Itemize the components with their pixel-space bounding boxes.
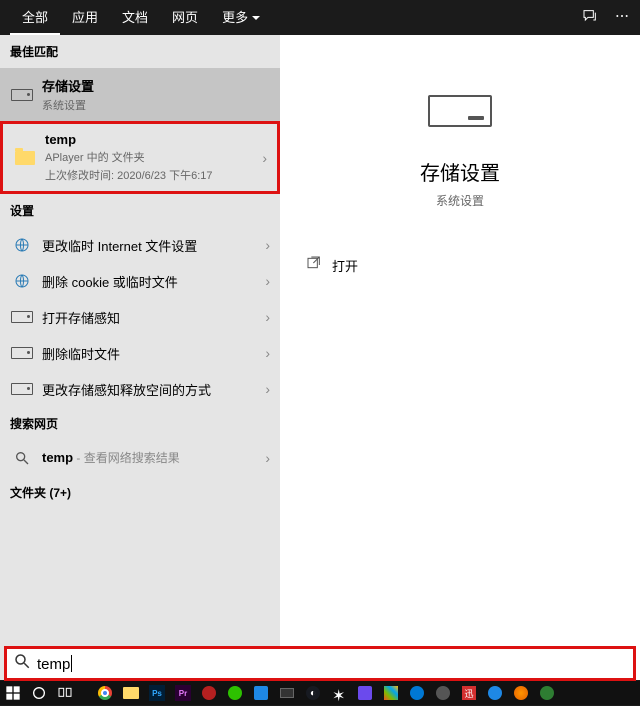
result-modified: 上次修改时间: 2020/6/23 下午6:17	[45, 167, 262, 183]
search-icon	[10, 448, 34, 468]
search-query: temp	[42, 450, 73, 465]
tab-web[interactable]: 网页	[160, 0, 210, 35]
search-icon	[13, 652, 31, 675]
preview-pane: 存储设置 系统设置 打开	[280, 35, 640, 680]
results-container: 最佳匹配 存储设置 系统设置 temp APlayer 中的 文件夹 上次修改时…	[0, 35, 640, 680]
taskbar-steam-icon[interactable]: ◐	[304, 684, 322, 702]
section-best-match: 最佳匹配	[0, 35, 280, 68]
result-subtitle: 系统设置	[42, 97, 270, 113]
taskbar-app-icon[interactable]	[382, 684, 400, 702]
taskbar-app-icon[interactable]	[200, 684, 218, 702]
search-input[interactable]: temp	[4, 646, 636, 681]
chevron-right-icon: ›	[265, 381, 270, 397]
taskbar-app-icon[interactable]	[408, 684, 426, 702]
drive-icon	[10, 307, 34, 327]
taskbar-app-icon[interactable]: ✶	[330, 684, 348, 702]
result-title: temp	[45, 132, 262, 147]
globe-icon	[10, 235, 34, 255]
taskbar-app-icon[interactable]	[434, 684, 452, 702]
settings-item-4[interactable]: 更改存储感知释放空间的方式 ›	[0, 371, 280, 407]
section-settings: 设置	[0, 194, 280, 227]
start-button[interactable]	[4, 684, 22, 702]
taskbar-app-icon[interactable]	[278, 684, 296, 702]
preview-subtitle: 系统设置	[300, 192, 620, 209]
filter-tabs: 全部 应用 文档 网页 更多	[0, 0, 640, 35]
chevron-right-icon: ›	[265, 450, 270, 466]
search-web-item[interactable]: temp - 查看网络搜索结果 ›	[0, 440, 280, 476]
taskbar-app-icon[interactable]	[356, 684, 374, 702]
drive-icon	[10, 379, 34, 399]
section-folders: 文件夹 (7+)	[0, 476, 280, 509]
chevron-right-icon: ›	[265, 309, 270, 325]
tab-all[interactable]: 全部	[10, 0, 60, 35]
tab-docs[interactable]: 文档	[110, 0, 160, 35]
taskbar-firefox-icon[interactable]	[512, 684, 530, 702]
section-search-web: 搜索网页	[0, 407, 280, 440]
chevron-right-icon: ›	[265, 345, 270, 361]
settings-label: 打开存储感知	[42, 308, 265, 327]
preview-title: 存储设置	[300, 157, 620, 186]
folder-icon	[13, 148, 37, 168]
result-storage-settings[interactable]: 存储设置 系统设置	[0, 68, 280, 121]
taskbar-pr-icon[interactable]: Pr	[174, 684, 192, 702]
taskbar-app-icon[interactable]	[252, 684, 270, 702]
open-label: 打开	[332, 256, 358, 275]
taskbar-explorer-icon[interactable]	[122, 684, 140, 702]
result-title: 存储设置	[42, 76, 270, 95]
taskbar-app-icon[interactable]: 迅	[460, 684, 478, 702]
taskbar-wechat-icon[interactable]	[226, 684, 244, 702]
settings-item-2[interactable]: 打开存储感知 ›	[0, 299, 280, 335]
open-icon	[306, 255, 322, 276]
taskbar-app-icon[interactable]	[538, 684, 556, 702]
tab-more[interactable]: 更多	[210, 0, 272, 35]
drive-icon	[10, 343, 34, 363]
chevron-right-icon: ›	[262, 150, 267, 166]
search-value: temp	[37, 655, 72, 673]
globe-icon	[10, 271, 34, 291]
results-list: 最佳匹配 存储设置 系统设置 temp APlayer 中的 文件夹 上次修改时…	[0, 35, 280, 680]
settings-label: 删除临时文件	[42, 344, 265, 363]
tab-apps[interactable]: 应用	[60, 0, 110, 35]
settings-item-0[interactable]: 更改临时 Internet 文件设置 ›	[0, 227, 280, 263]
chevron-right-icon: ›	[265, 273, 270, 289]
taskbar-chrome-icon[interactable]	[96, 684, 114, 702]
drive-icon	[10, 85, 34, 105]
settings-item-3[interactable]: 删除临时文件 ›	[0, 335, 280, 371]
settings-label: 更改存储感知释放空间的方式	[42, 380, 265, 399]
taskbar-ps-icon[interactable]: Ps	[148, 684, 166, 702]
task-view-icon[interactable]	[56, 684, 74, 702]
drive-icon-large	[428, 95, 492, 127]
taskbar-app-icon[interactable]	[486, 684, 504, 702]
settings-label: 删除 cookie 或临时文件	[42, 272, 265, 291]
result-temp-folder[interactable]: temp APlayer 中的 文件夹 上次修改时间: 2020/6/23 下午…	[0, 121, 280, 194]
chevron-right-icon: ›	[265, 237, 270, 253]
settings-label: 更改临时 Internet 文件设置	[42, 236, 265, 255]
taskbar: Ps Pr ◐ ✶ 迅	[0, 681, 640, 705]
open-action[interactable]: 打开	[300, 249, 620, 282]
cortana-icon[interactable]	[30, 684, 48, 702]
settings-item-1[interactable]: 删除 cookie 或临时文件 ›	[0, 263, 280, 299]
more-icon[interactable]	[614, 8, 630, 27]
search-suffix: - 查看网络搜索结果	[73, 451, 180, 465]
result-subtitle: APlayer 中的 文件夹	[45, 149, 262, 165]
feedback-icon[interactable]	[582, 8, 598, 27]
